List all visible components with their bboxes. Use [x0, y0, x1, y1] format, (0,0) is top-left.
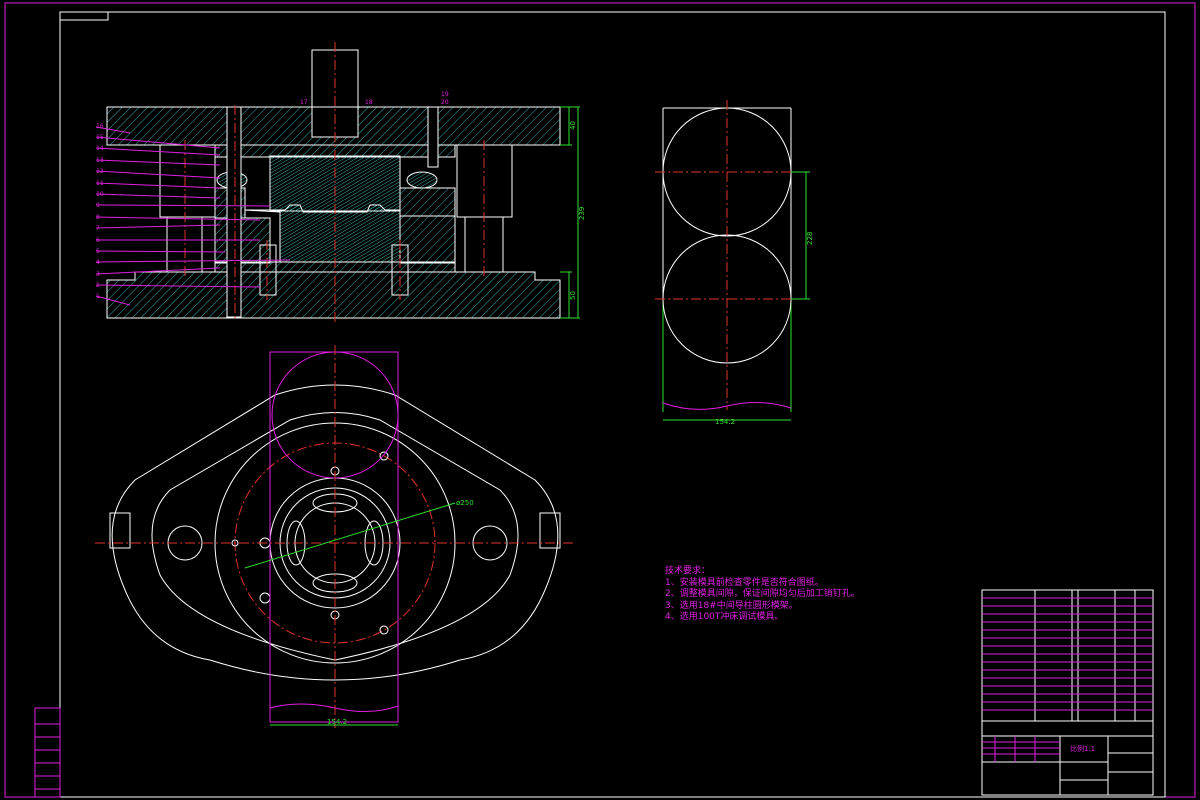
svg-text:14: 14	[96, 145, 104, 152]
svg-text:4: 4	[96, 259, 100, 266]
rubber-right	[406, 171, 438, 189]
svg-text:8: 8	[96, 214, 100, 221]
svg-text:50: 50	[569, 291, 577, 300]
cad-drawing: 16 15 14 13 12 11 10 9 8 7 6 5 4 3 2 1 1…	[4, 2, 1196, 798]
svg-text:18: 18	[365, 99, 373, 106]
guide-bush-left	[159, 144, 216, 218]
stripper-plate	[399, 187, 456, 217]
requirement-item: 1、安装模具前检查零件是否符合图纸。	[665, 577, 824, 588]
strip-layout-view: 228 154.2	[655, 100, 814, 426]
lower-die-base	[106, 271, 561, 319]
svg-text:19: 19	[441, 91, 449, 98]
svg-text:5: 5	[96, 248, 100, 255]
svg-text:1: 1	[96, 293, 100, 300]
section-dimensions: 40 50 239	[560, 106, 586, 319]
svg-text:10: 10	[96, 191, 104, 198]
svg-text:3: 3	[96, 271, 100, 278]
svg-text:15: 15	[96, 134, 104, 141]
title-block: 比例1:1	[981, 589, 1154, 796]
svg-text:16: 16	[96, 123, 104, 130]
requirement-item: 2、调整模具间隙，保证间隙均匀后加工销钉孔。	[665, 589, 860, 599]
svg-text:12: 12	[96, 168, 104, 175]
strip-outline	[269, 351, 399, 723]
svg-text:239: 239	[578, 207, 586, 220]
svg-text:40: 40	[569, 121, 577, 130]
technical-requirements: 技术要求： 1、安装模具前检查零件是否符合图纸。 2、调整模具间隙，保证间隙均匀…	[665, 566, 860, 624]
svg-text:228: 228	[806, 232, 814, 245]
svg-text:13: 13	[96, 157, 104, 164]
requirement-item: 3、选用18#中间导柱圆形模架。	[665, 600, 798, 611]
svg-text:7: 7	[96, 225, 100, 232]
guide-bolt	[226, 106, 242, 318]
svg-text:2: 2	[96, 282, 100, 289]
svg-text:9: 9	[96, 202, 100, 209]
requirements-title: 技术要求：	[665, 566, 711, 576]
svg-text:154.2: 154.2	[327, 718, 347, 726]
svg-text:17: 17	[300, 99, 308, 106]
svg-text:ø250: ø250	[456, 499, 474, 507]
svg-text:154.2: 154.2	[715, 418, 735, 426]
plan-view: ø250 154.2	[95, 345, 575, 728]
requirement-item: 4、选用100T冲床调试模具。	[665, 612, 784, 622]
svg-text:6: 6	[96, 237, 100, 244]
left-title-strip	[34, 707, 61, 798]
svg-text:20: 20	[441, 99, 449, 106]
frame-corner-box	[59, 11, 109, 21]
svg-text:比例1:1: 比例1:1	[1070, 744, 1095, 753]
section-view	[106, 42, 561, 325]
svg-text:11: 11	[96, 180, 104, 187]
parts-list-rows	[982, 597, 1153, 711]
